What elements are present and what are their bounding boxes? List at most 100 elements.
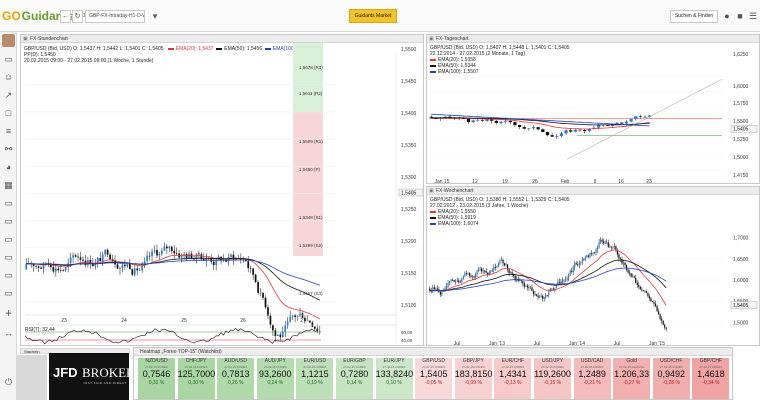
arrow-icon[interactable]: ↔: [3, 328, 14, 339]
candle-body: [642, 290, 644, 292]
heatmap-title[interactable]: Heatmap „Forex-TOP-15“ (Watchlist): [134, 348, 732, 356]
candle-body: [563, 280, 565, 281]
candle-body: [453, 280, 455, 282]
heatmap-cell[interactable]: GBP/CHF 27.02.15 FOREX 1,4618 -0,34 %: [692, 358, 730, 399]
candle-body: [651, 301, 654, 303]
heatmap-cell[interactable]: USD/JPY 27.02.15 FOREX 119,2600 -0,15 %: [534, 358, 571, 399]
speedometer-icon[interactable]: ◕: [3, 162, 14, 173]
candle-body: [567, 275, 570, 279]
list-icon[interactable]: ≡: [3, 126, 14, 137]
heatmap-cell[interactable]: EUR/CHF 27.02.15 FOREX 1,4341 -0,13 %: [494, 358, 532, 399]
plus-icon[interactable]: +: [3, 307, 14, 319]
heatmap-cell[interactable]: AUD/USD 27.02.15 FOREX 0,7813 0,26 %: [217, 358, 255, 399]
heatmap-cell[interactable]: EUR/USD 27.02.15 FOREX 1,1215 0,19 %: [296, 358, 334, 399]
heatmap-cell[interactable]: EUR/JPY 27.02.15 FOREX 133,8240 0,10 %: [375, 358, 413, 399]
candle-body: [609, 246, 611, 248]
monitor-icon[interactable]: ▭: [3, 198, 14, 209]
candle-body: [618, 254, 620, 259]
candle-body: [526, 285, 529, 288]
weekly-chart-canvas[interactable]: 1,70001,65001,60001,55001,50001,5405JulJ…: [427, 195, 760, 346]
heatmap-cell[interactable]: GBP/JPY 27.02.15 FOREX 183,8150 -0,09 %: [454, 358, 492, 399]
monitor-icon[interactable]: ▭: [3, 288, 14, 299]
hourly-chart-canvas[interactable]: 1,5678 (R3) 1,5611 (R2) 1,5509 (R1) 1,5450 …: [21, 43, 424, 346]
ticker-value: 1,4618: [697, 369, 725, 379]
guidants-market-button[interactable]: Guidants Market: [349, 9, 397, 23]
heatmap-cell[interactable]: EUR/GBP 27.02.15 FOREX 0,7280 0,14 %: [336, 358, 373, 399]
ticker-change: -0,05 %: [425, 380, 443, 386]
candle-body: [254, 274, 257, 283]
heatmap-cell[interactable]: CHF/JPY 27.02.15 FOREX 125,7000 0,30 %: [177, 358, 215, 399]
ticker-value: 93,2600: [259, 369, 292, 379]
candle-body: [467, 273, 469, 275]
monitor-icon[interactable]: ▭: [3, 252, 14, 263]
candle-body: [531, 287, 533, 292]
price-tick-label: 1,5300: [401, 175, 417, 181]
candle-body: [493, 266, 495, 270]
ticker-name: EUR/USD: [303, 358, 327, 364]
jfd-brokers-logo[interactable]: JFD BROKERS JUST FAIR AND DIRECT: [49, 353, 142, 400]
workspace-selector[interactable]: GBP-FX-Intraday-H1-D-W: [85, 10, 145, 23]
monitor-icon[interactable]: ▭: [3, 234, 14, 245]
candle-body: [447, 283, 449, 287]
panel-title[interactable]: FX-Stundenchart: [21, 35, 423, 43]
panel-title[interactable]: FX-Tageschart: [427, 35, 759, 43]
avatar[interactable]: [2, 34, 15, 47]
date-tick-label: Jul: [614, 341, 620, 346]
candle-body: [47, 262, 50, 264]
date-tick-label: Jul: [534, 341, 540, 346]
candle-body: [274, 330, 277, 336]
menu-icon[interactable]: ☰: [748, 11, 758, 21]
monitor-icon[interactable]: ▭: [3, 270, 14, 281]
candle-body: [124, 264, 126, 267]
date-tick-label: 26: [240, 318, 246, 324]
date-tick-label: 23: [61, 318, 67, 324]
price-tick-label: 1,5200: [401, 239, 417, 245]
refresh-button[interactable]: ↻: [72, 10, 83, 23]
candle-body: [600, 239, 602, 243]
lock-icon[interactable]: ■: [735, 11, 745, 21]
candle-body: [138, 270, 141, 271]
heatmap-cell[interactable]: AUD/JPY 27.02.15 FOREX 93,2600 0,24 %: [256, 358, 294, 399]
candle-body: [69, 257, 72, 264]
power-icon[interactable]: ⏻: [3, 377, 14, 388]
candle-body: [490, 271, 492, 273]
candle-body: [104, 249, 107, 255]
heatmap-cell[interactable]: Gold 27.02.15 Deutsche 1.206,33 -0,27 %: [613, 358, 651, 399]
back-button[interactable]: ←: [60, 10, 71, 23]
person-icon[interactable]: ●: [722, 11, 732, 21]
candle-body: [499, 121, 503, 123]
link-icon[interactable]: ⚯: [3, 144, 14, 155]
chart-icon[interactable]: ↗: [3, 90, 14, 101]
grid-icon[interactable]: ▦: [3, 180, 14, 191]
candle-body: [485, 119, 489, 121]
candle-body: [572, 267, 574, 272]
candle-body: [587, 255, 590, 257]
heatmap-cell[interactable]: GBP/USD 27.02.15 FOREX 1,5405 -0,05 %: [415, 358, 453, 399]
monitor-icon[interactable]: ▭: [3, 54, 14, 65]
heatmap-cell[interactable]: NZD/USD 27.02.15 FOREX 0,7546 0,31 %: [138, 358, 175, 399]
candle-body: [543, 297, 545, 299]
candle-body: [276, 334, 279, 336]
expand-icon[interactable]: ▾: [150, 11, 160, 21]
monitor-icon[interactable]: ▭: [3, 216, 14, 227]
daily-chart-canvas[interactable]: 1,6250 1,6000 1,5750 1,5500 1,5250 1,5000 1,47…: [427, 43, 760, 184]
candle-body: [638, 284, 640, 287]
heatmap-cell[interactable]: USD/CHF 27.02.15 FOREX 0,9492 -0,28 %: [652, 358, 690, 399]
candle-body: [444, 288, 446, 290]
ticker-value: 1,5405: [419, 369, 448, 379]
candle-body: [552, 288, 554, 290]
panel-title[interactable]: FX-Wochenchart: [427, 187, 759, 195]
candle-body: [471, 120, 475, 123]
candle-body: [126, 263, 129, 267]
date-tick-label: Jan '15: [649, 341, 665, 346]
candle-body: [545, 295, 547, 298]
date-tick-label: 27: [300, 318, 306, 324]
search-button[interactable]: Suchen & Finden: [670, 10, 718, 23]
bar-chart-icon[interactable]: □: [3, 108, 14, 119]
candle-body: [550, 135, 554, 137]
candle-body: [648, 296, 651, 299]
person-icon[interactable]: ☺: [3, 72, 14, 83]
ticker-name: CHF/JPY: [185, 358, 207, 364]
candle-body: [583, 130, 587, 132]
heatmap-cell[interactable]: USD/CAD 27.02.15 FOREX 1,2489 -0,21 %: [573, 358, 611, 399]
